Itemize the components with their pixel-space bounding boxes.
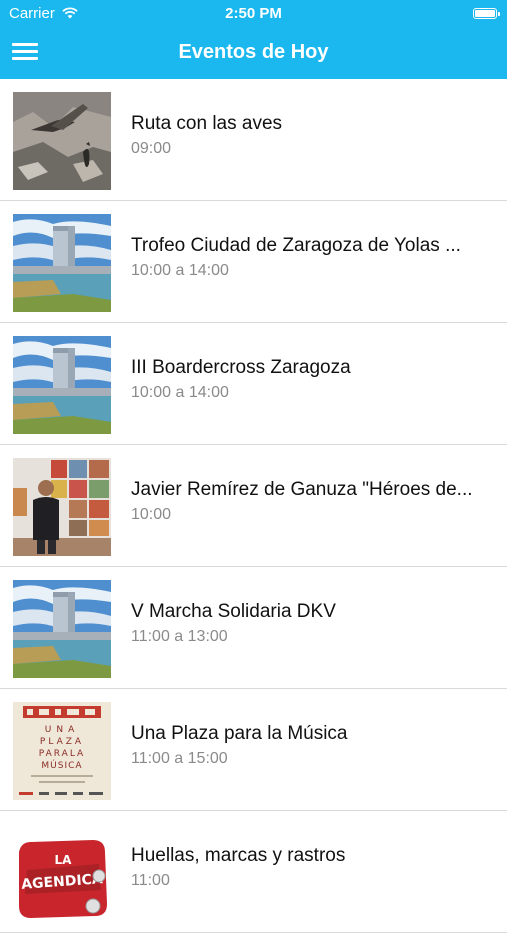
event-row[interactable]: UNA PLAZA PARALA MÚSICA Una Plaza para l… [0, 689, 507, 811]
svg-text:PARALA: PARALA [39, 749, 85, 759]
event-title: Huellas, marcas y rastros [131, 845, 346, 866]
event-time: 11:00 a 13:00 [131, 628, 228, 645]
event-title: V Marcha Solidaria DKV [131, 601, 336, 622]
event-time: 10:00 a 14:00 [131, 384, 229, 401]
event-title: Javier Remírez de Ganuza "Héroes de... [131, 479, 473, 500]
event-thumbnail-tower [13, 580, 111, 678]
event-thumbnail-poster: UNA PLAZA PARALA MÚSICA [13, 702, 111, 800]
event-thumbnail-logo: LA AGENDICA [13, 824, 111, 922]
svg-text:LA: LA [55, 853, 73, 867]
event-row[interactable]: Javier Remírez de Ganuza "Héroes de... 1… [0, 445, 507, 567]
status-bar: Carrier 2:50 PM [0, 0, 507, 28]
event-thumbnail-bird [13, 92, 111, 190]
event-title: Una Plaza para la Música [131, 723, 348, 744]
svg-text:MÚSICA: MÚSICA [41, 759, 82, 771]
event-time: 11:00 [131, 872, 170, 889]
event-time: 10:00 a 14:00 [131, 262, 229, 279]
event-row[interactable]: V Marcha Solidaria DKV 11:00 a 13:00 [0, 567, 507, 689]
agendica-logo-icon: LA AGENDICA [13, 824, 111, 922]
event-thumbnail-tower [13, 336, 111, 434]
event-row[interactable]: Ruta con las aves 09:00 [0, 79, 507, 201]
svg-text:UNA: UNA [45, 725, 79, 735]
event-time: 10:00 [131, 506, 172, 523]
svg-text:PLAZA: PLAZA [40, 737, 84, 747]
event-thumbnail-tower [13, 214, 111, 312]
event-title: III Boardercross Zaragoza [131, 357, 351, 378]
battery-icon [473, 8, 500, 19]
event-row[interactable]: LA AGENDICA Huellas, marcas y rastros 11… [0, 811, 507, 933]
event-title: Trofeo Ciudad de Zaragoza de Yolas ... [131, 235, 461, 256]
page-title: Eventos de Hoy [178, 41, 329, 63]
event-title: Ruta con las aves [131, 113, 283, 134]
event-time: 09:00 [131, 140, 172, 157]
plaza-poster-image: UNA PLAZA PARALA MÚSICA [13, 702, 111, 800]
event-row[interactable]: Trofeo Ciudad de Zaragoza de Yolas ... 1… [0, 201, 507, 323]
event-time: 11:00 a 15:00 [131, 750, 228, 767]
status-time: 2:50 PM [225, 5, 282, 22]
navigation-bar: Eventos de Hoy [0, 28, 507, 79]
event-list: Ruta con las aves 09:00 Trofeo Ciudad de… [0, 79, 507, 933]
event-row[interactable]: III Boardercross Zaragoza 10:00 a 14:00 [0, 323, 507, 445]
event-thumbnail-artist [13, 458, 111, 556]
